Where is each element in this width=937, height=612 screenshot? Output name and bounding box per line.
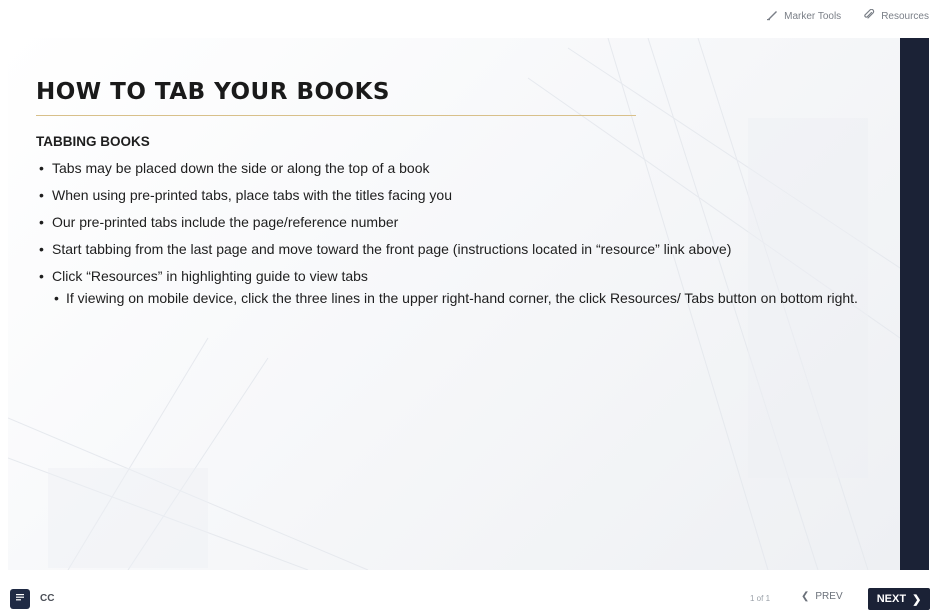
next-button[interactable]: NEXT ❯ <box>868 588 930 610</box>
title-divider <box>36 115 636 116</box>
bullet-item: When using pre-printed tabs, place tabs … <box>36 186 876 204</box>
bottom-bar: CC 1 of 1 ❮ PREV NEXT ❯ <box>0 584 937 612</box>
prev-button[interactable]: ❮ PREV <box>801 591 843 602</box>
bullet-text: Click “Resources” in highlighting guide … <box>52 268 368 284</box>
right-accent-panel <box>900 38 929 570</box>
paperclip-icon <box>863 8 875 24</box>
marker-tools-link[interactable]: Marker Tools <box>766 9 841 24</box>
bullet-item: Start tabbing from the last page and mov… <box>36 240 876 258</box>
page-title: HOW TO TAB YOUR BOOKS <box>36 79 390 105</box>
closed-captions-button[interactable]: CC <box>40 593 54 604</box>
prev-label: PREV <box>815 591 843 602</box>
top-bar: Marker Tools Resources <box>0 0 937 34</box>
menu-icon <box>14 590 26 608</box>
section-subtitle: TABBING BOOKS <box>36 134 150 149</box>
marker-icon <box>766 9 778 24</box>
bullet-item: Our pre-printed tabs include the page/re… <box>36 213 876 231</box>
chevron-right-icon: ❯ <box>912 593 922 606</box>
resources-label: Resources <box>881 11 929 22</box>
top-links: Marker Tools Resources <box>766 8 929 24</box>
sub-bullet-item: If viewing on mobile device, click the t… <box>52 289 876 307</box>
bullet-list: Tabs may be placed down the side or alon… <box>36 159 876 307</box>
next-label: NEXT <box>876 593 907 605</box>
chevron-left-icon: ❮ <box>801 591 810 602</box>
slide-content: TABBING BOOKS Tabs may be placed down th… <box>36 126 876 316</box>
sub-bullet-list: If viewing on mobile device, click the t… <box>52 289 876 307</box>
marker-tools-label: Marker Tools <box>784 11 842 22</box>
bullet-item: Tabs may be placed down the side or alon… <box>36 159 876 177</box>
bullet-item-with-subitems: Click “Resources” in highlighting guide … <box>36 267 876 307</box>
resources-link[interactable]: Resources <box>863 8 929 24</box>
menu-button[interactable] <box>10 589 30 609</box>
player-page: Marker Tools Resources HOW TO TAB YOUR B… <box>0 0 937 612</box>
slide-counter: 1 of 1 <box>750 594 771 603</box>
